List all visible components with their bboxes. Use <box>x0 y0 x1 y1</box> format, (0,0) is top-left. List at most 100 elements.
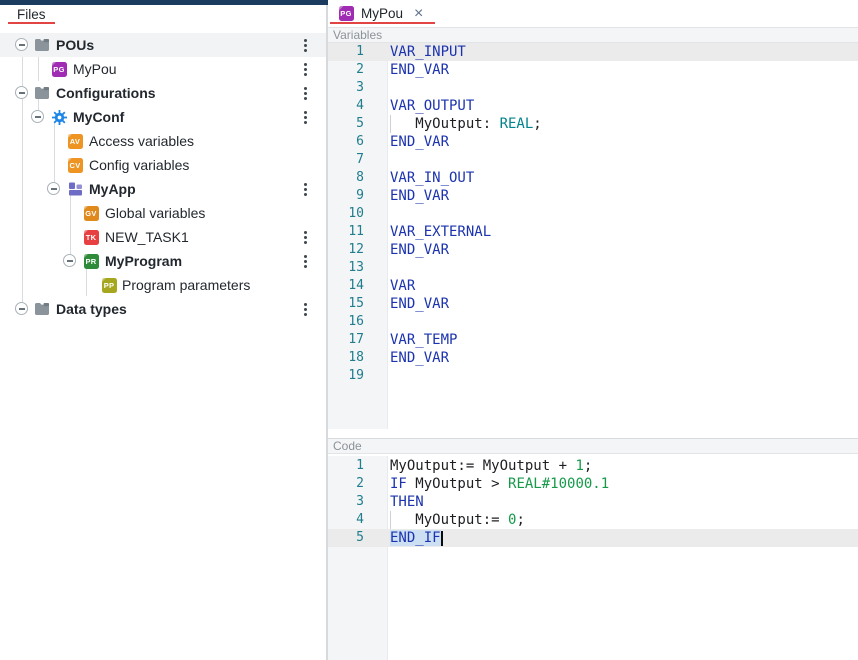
code-line: 18END_VAR <box>328 349 858 367</box>
tree-item-label: MyProgram <box>105 249 182 273</box>
editor-panel: PG MyPou × Variables 1VAR_INPUT2END_VAR3… <box>328 0 858 660</box>
kebab-menu-icon[interactable] <box>300 38 312 53</box>
tree-item-myconf[interactable]: MyConf <box>0 105 326 129</box>
kebab-menu-icon[interactable] <box>300 86 312 101</box>
line-number: 18 <box>328 349 388 367</box>
doc-icon: CV <box>67 157 83 173</box>
doc-icon: PR <box>83 253 99 269</box>
tree-item-myprogram[interactable]: PR MyProgram <box>0 249 326 273</box>
line-number: 19 <box>328 367 388 385</box>
line-number: 9 <box>328 187 388 205</box>
tree-item-mypou[interactable]: PG MyPou <box>0 57 326 81</box>
tree-item-myapp[interactable]: MyApp <box>0 177 326 201</box>
code-line: 8VAR_IN_OUT <box>328 169 858 187</box>
code-line: 2IF MyOutput > REAL#10000.1 <box>328 475 858 493</box>
line-number: 6 <box>328 133 388 151</box>
tree-item-new-task1[interactable]: TKNEW_TASK1 <box>0 225 326 249</box>
kebab-menu-icon[interactable] <box>300 302 312 317</box>
indent-guide <box>390 511 391 529</box>
line-number: 3 <box>328 79 388 97</box>
app-window: Files POUsPGMyPouConfigurationsMyConfAVA… <box>0 0 858 660</box>
tree-item-program-parameters[interactable]: PP Program parameters <box>0 273 326 297</box>
code-line: 7 <box>328 151 858 169</box>
kebab-menu-icon[interactable] <box>300 110 312 125</box>
line-number: 5 <box>328 115 388 133</box>
line-number: 11 <box>328 223 388 241</box>
gear-icon <box>51 109 67 125</box>
line-number: 14 <box>328 277 388 295</box>
pane-header-code: Code <box>328 438 858 454</box>
tree-item-config-variables[interactable]: CV Config variables <box>0 153 326 177</box>
line-number: 8 <box>328 169 388 187</box>
code-line: 5 MyOutput: REAL; <box>328 115 858 133</box>
expand-toggle[interactable] <box>63 254 76 267</box>
expand-toggle[interactable] <box>15 302 28 315</box>
code-line: 1MyOutput:= MyOutput + 1; <box>328 457 858 475</box>
tree-item-label: Config variables <box>89 153 189 177</box>
folder-icon <box>34 37 50 53</box>
tree-item-label: Configurations <box>56 81 156 105</box>
line-number: 3 <box>328 493 388 511</box>
line-number: 4 <box>328 511 388 529</box>
tree-item-configurations[interactable]: Configurations <box>0 81 326 105</box>
code-line: 2END_VAR <box>328 61 858 79</box>
tree-item-label: Program parameters <box>122 273 250 297</box>
tree-item-data-types[interactable]: Data types <box>0 297 326 321</box>
code-line: 10 <box>328 205 858 223</box>
variables-editor[interactable]: 1VAR_INPUT2END_VAR34VAR_OUTPUT5 MyOutput… <box>328 43 858 429</box>
line-number: 4 <box>328 97 388 115</box>
doc-icon: AV <box>67 133 83 149</box>
folder-icon <box>34 301 50 317</box>
tab-files-label: Files <box>17 7 46 22</box>
tree-item-label: Access variables <box>89 129 194 153</box>
tab-mypou-label: MyPou <box>361 6 403 21</box>
doc-icon: PP <box>101 277 117 293</box>
code-line: 16 <box>328 313 858 331</box>
code-line: 13 <box>328 259 858 277</box>
code-line: 3THEN <box>328 493 858 511</box>
kebab-menu-icon[interactable] <box>300 254 312 269</box>
code-line: 17VAR_TEMP <box>328 331 858 349</box>
kebab-menu-icon[interactable] <box>300 62 312 77</box>
pou-doc-icon: PG <box>51 61 67 77</box>
line-number: 7 <box>328 151 388 169</box>
kebab-menu-icon[interactable] <box>300 182 312 197</box>
tree-item-label: MyPou <box>73 57 117 81</box>
tab-files[interactable]: Files <box>8 5 55 24</box>
code-editor[interactable]: 1MyOutput:= MyOutput + 1;2IF MyOutput > … <box>328 456 858 660</box>
tree-item-global-variables[interactable]: GVGlobal variables <box>0 201 326 225</box>
indent-guide <box>390 115 391 133</box>
tree-item-label: MyConf <box>73 105 124 129</box>
expand-toggle[interactable] <box>47 182 60 195</box>
tree-item-access-variables[interactable]: AV Access variables <box>0 129 326 153</box>
expand-toggle[interactable] <box>15 86 28 99</box>
line-number: 17 <box>328 331 388 349</box>
line-number: 2 <box>328 475 388 493</box>
line-number: 1 <box>328 43 388 61</box>
tree-item-label: Data types <box>56 297 127 321</box>
doc-icon: TK <box>83 229 99 245</box>
line-number: 5 <box>328 529 388 547</box>
files-panel: Files POUsPGMyPouConfigurationsMyConfAVA… <box>0 5 326 660</box>
code-line: 5END_IF <box>328 529 858 547</box>
line-number: 12 <box>328 241 388 259</box>
line-number: 16 <box>328 313 388 331</box>
code-line: 4 MyOutput:= 0; <box>328 511 858 529</box>
code-line: 1VAR_INPUT <box>328 43 858 61</box>
folder-icon <box>34 85 50 101</box>
code-line: 3 <box>328 79 858 97</box>
text-caret <box>441 531 443 546</box>
expand-toggle[interactable] <box>31 110 44 123</box>
tab-mypou[interactable]: PG MyPou × <box>330 5 435 24</box>
tree-item-pous[interactable]: POUs <box>0 33 326 57</box>
tab-close-icon[interactable]: × <box>414 7 423 21</box>
tree-item-label: POUs <box>56 33 94 57</box>
line-number: 15 <box>328 295 388 313</box>
line-number: 10 <box>328 205 388 223</box>
tree-item-label: Global variables <box>105 201 205 225</box>
expand-toggle[interactable] <box>15 38 28 51</box>
kebab-menu-icon[interactable] <box>300 230 312 245</box>
pane-header-variables: Variables <box>328 27 858 43</box>
code-line: 9END_VAR <box>328 187 858 205</box>
code-line: 19 <box>328 367 858 385</box>
